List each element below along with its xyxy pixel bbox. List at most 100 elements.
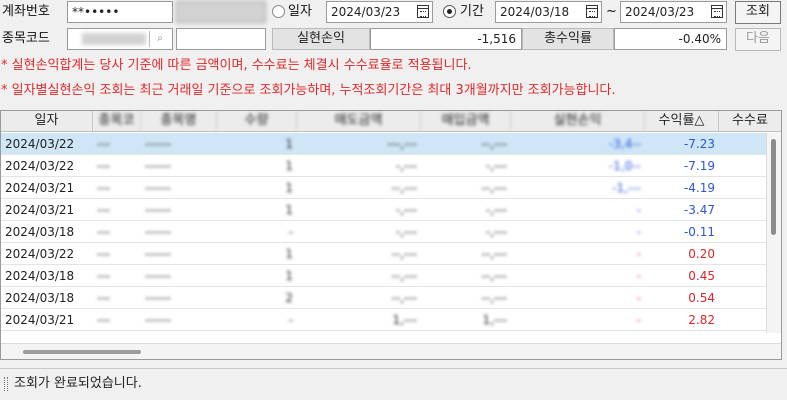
table-row[interactable]: 2024/03/21 --- ------ 1 --,--- --,--- -1,--- -4…: [1, 177, 766, 199]
cell-pl: -: [636, 313, 641, 327]
cell-pl: -: [636, 291, 641, 305]
calendar-icon[interactable]: [586, 5, 598, 18]
total-return-value: -0.40%: [614, 28, 727, 50]
period-radio-label: 기간: [460, 4, 484, 19]
col-sell-amount[interactable]: 매도금액: [297, 111, 421, 131]
horizontal-scroll-thumb[interactable]: [23, 350, 141, 354]
cell-name: ------: [145, 159, 171, 173]
notice-line-1: * 실현손익합계는 당사 기준에 따른 금액이며, 수수료는 체결시 수수료율로…: [1, 58, 472, 73]
cell-rate: -0.11: [683, 225, 715, 239]
cell-fee: [719, 133, 766, 155]
cell-sell: ---,---: [387, 137, 417, 151]
cell-fee: [719, 177, 766, 199]
cell-name: ------: [145, 225, 171, 239]
cell-pl: -1,---: [612, 181, 641, 195]
table-row[interactable]: 2024/03/22 --- ------ 1 -,--- -,--- -1,0-- -7.1…: [1, 155, 766, 177]
cell-name: ------: [145, 181, 171, 195]
cell-code: ---: [97, 269, 110, 283]
cell-qty: 2: [285, 291, 293, 305]
cell-buy: -,---: [485, 159, 507, 173]
account-number-field[interactable]: **•••••: [67, 1, 173, 23]
cell-name: ------: [145, 269, 171, 283]
date-input-value: 2024/03/23: [331, 5, 401, 19]
col-name[interactable]: 종목명: [141, 111, 217, 131]
col-code[interactable]: 종목코드: [93, 111, 141, 131]
period-to-input[interactable]: 2024/03/23: [620, 1, 727, 23]
table-row[interactable]: 2024/03/21 --- ------ -1,--- 1,--- -2.82: [1, 309, 766, 331]
period-from-input[interactable]: 2024/03/18: [495, 1, 602, 23]
vertical-scroll-thumb[interactable]: [771, 139, 776, 235]
date-radio[interactable]: [272, 5, 285, 18]
cell-fee: [719, 155, 766, 177]
realized-pl-label: 실현손익: [272, 28, 370, 50]
cell-qty: -: [288, 313, 293, 327]
col-return-rate[interactable]: 수익률△: [645, 111, 719, 131]
cell-date: 2024/03/21: [5, 181, 75, 195]
col-fee[interactable]: 수수료: [719, 111, 781, 131]
status-bar: 조회가 완료되었습니다.: [0, 368, 787, 400]
col-realized-pl[interactable]: 실현손익: [511, 111, 645, 131]
notice-line-2: * 일자별실현손익 조회는 최근 거래일 기준으로 조회가능하며, 누적조회기간…: [1, 83, 616, 98]
date-input[interactable]: 2024/03/23: [326, 1, 433, 23]
cell-pl: -1,0--: [608, 159, 641, 173]
cell-code: ---: [97, 159, 110, 173]
cell-code: ---: [97, 181, 110, 195]
cell-buy: --,---: [481, 269, 507, 283]
cell-buy: --,---: [481, 137, 507, 151]
table-row[interactable]: 2024/03/18 --- ------ 2 --,--- --,--- -0.54: [1, 287, 766, 309]
cell-rate: 0.54: [688, 291, 715, 305]
cell-date: 2024/03/18: [5, 269, 75, 283]
period-radio[interactable]: [443, 5, 456, 18]
account-label: 계좌번호: [2, 4, 50, 19]
table-row[interactable]: 2024/03/18 --- ------ - -,--- -,--- - -0.11: [1, 221, 766, 243]
cell-buy: 1,---: [482, 313, 507, 327]
status-message: 조회가 완료되었습니다.: [14, 376, 142, 391]
cell-name: ------: [145, 203, 171, 217]
cell-fee: [719, 221, 766, 243]
cell-rate: -7.19: [683, 159, 715, 173]
table-row[interactable]: 2024/03/18 --- ------ 1 --,--- --,--- -0.45: [1, 265, 766, 287]
query-button[interactable]: 조회: [735, 1, 781, 24]
cell-sell: --,---: [391, 247, 417, 261]
col-qty[interactable]: 수량: [217, 111, 297, 131]
cell-buy: --,---: [481, 181, 507, 195]
period-separator: ~: [606, 4, 617, 19]
stock-code-input[interactable]: ⌕: [67, 28, 173, 50]
calendar-icon[interactable]: [417, 5, 429, 18]
horizontal-scrollbar[interactable]: [1, 343, 781, 359]
table-row[interactable]: 2024/03/22 --- ------ 1 ---,--- --,--- -3,4-- -…: [1, 133, 766, 155]
cell-name: ------: [145, 137, 171, 151]
cell-sell: --,---: [391, 269, 417, 283]
cell-date: 2024/03/18: [5, 225, 75, 239]
results-grid[interactable]: 일자 종목코드 종목명 수량 매도금액 매입금액 실현손익 수익률△ 수수료 2…: [0, 110, 782, 360]
col-date[interactable]: 일자: [1, 111, 93, 131]
grid-body: 2024/03/22 --- ------ 1 ---,--- --,--- -3,4-- -…: [1, 133, 766, 333]
vertical-scrollbar[interactable]: [766, 133, 781, 333]
cell-pl: -: [636, 225, 641, 239]
cell-fee: [719, 287, 766, 309]
cell-sell: 1,---: [392, 313, 417, 327]
search-icon[interactable]: ⌕: [149, 31, 170, 47]
table-row[interactable]: 2024/03/21 --- ------ 1 -,--- -,--- - -3.47: [1, 199, 766, 221]
cell-rate: -4.19: [683, 181, 715, 195]
cell-sell: -,---: [395, 203, 417, 217]
cell-pl: -: [636, 247, 641, 261]
grip-icon: [4, 377, 8, 391]
cell-name: ------: [145, 247, 171, 261]
stock-code-value: [82, 33, 146, 45]
col-buy-amount[interactable]: 매입금액: [421, 111, 511, 131]
radio-selected-dot: [447, 9, 452, 14]
cell-code: ---: [97, 247, 110, 261]
cell-fee: [719, 243, 766, 265]
cell-rate: 0.45: [688, 269, 715, 283]
next-button[interactable]: 다음: [735, 28, 781, 51]
cell-qty: 1: [285, 247, 293, 261]
cell-pl: -: [636, 203, 641, 217]
cell-buy: --,---: [481, 291, 507, 305]
calendar-icon[interactable]: [711, 5, 723, 18]
cell-pl: -: [636, 269, 641, 283]
cell-date: 2024/03/22: [5, 137, 75, 151]
table-row[interactable]: 2024/03/22 --- ------ 1 --,--- --,--- -0.20: [1, 243, 766, 265]
cell-qty: 1: [285, 269, 293, 283]
cell-buy: -,---: [485, 203, 507, 217]
